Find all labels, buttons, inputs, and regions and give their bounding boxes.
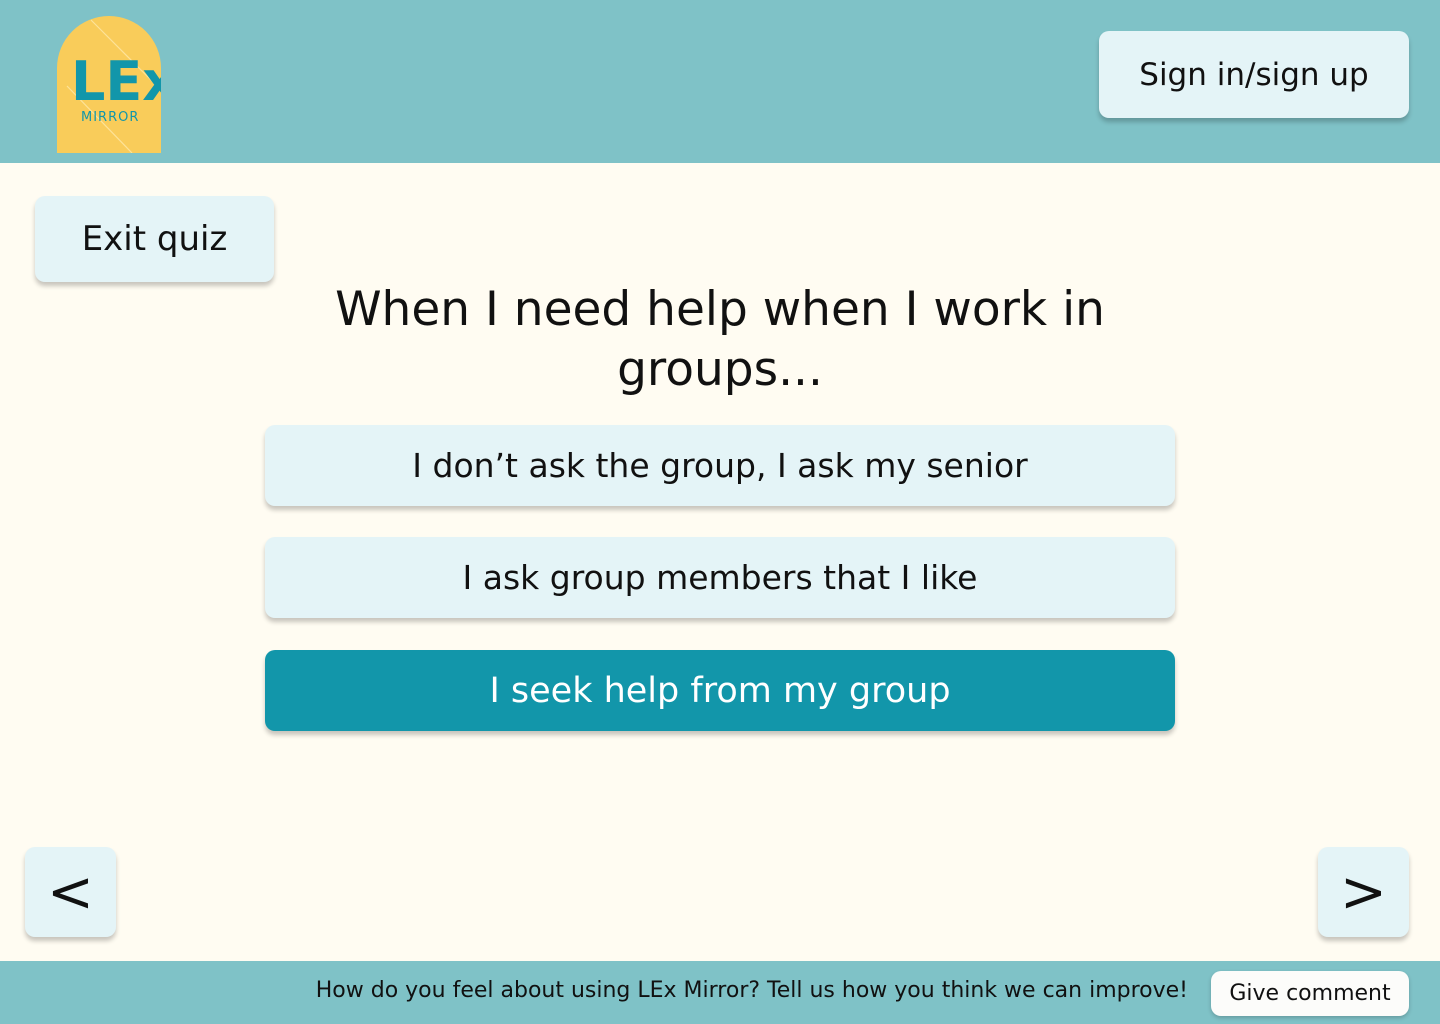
footer: How do you feel about using LEx Mirror? … xyxy=(0,961,1440,1024)
lex-mirror-logo[interactable]: LEx MIRROR xyxy=(57,16,161,153)
logo-main-text: LEx xyxy=(71,50,161,113)
feedback-prompt: How do you feel about using LEx Mirror? … xyxy=(315,978,1188,1003)
header: LEx MIRROR Sign in/sign up xyxy=(0,0,1440,163)
answer-option-3-selected[interactable]: I seek help from my group xyxy=(265,650,1175,731)
logo-sub-text: MIRROR xyxy=(81,110,139,125)
previous-question-button[interactable]: < xyxy=(25,847,116,937)
logo-icon: LEx MIRROR xyxy=(57,16,161,153)
exit-quiz-button[interactable]: Exit quiz xyxy=(35,196,274,282)
answer-option-1[interactable]: I don’t ask the group, I ask my senior xyxy=(265,425,1175,506)
give-comment-button[interactable]: Give comment xyxy=(1211,971,1409,1016)
question-text: When I need help when I work in groups..… xyxy=(335,282,1105,397)
sign-in-sign-up-button[interactable]: Sign in/sign up xyxy=(1099,31,1409,118)
next-question-button[interactable]: > xyxy=(1318,847,1409,937)
answer-option-2[interactable]: I ask group members that I like xyxy=(265,537,1175,618)
